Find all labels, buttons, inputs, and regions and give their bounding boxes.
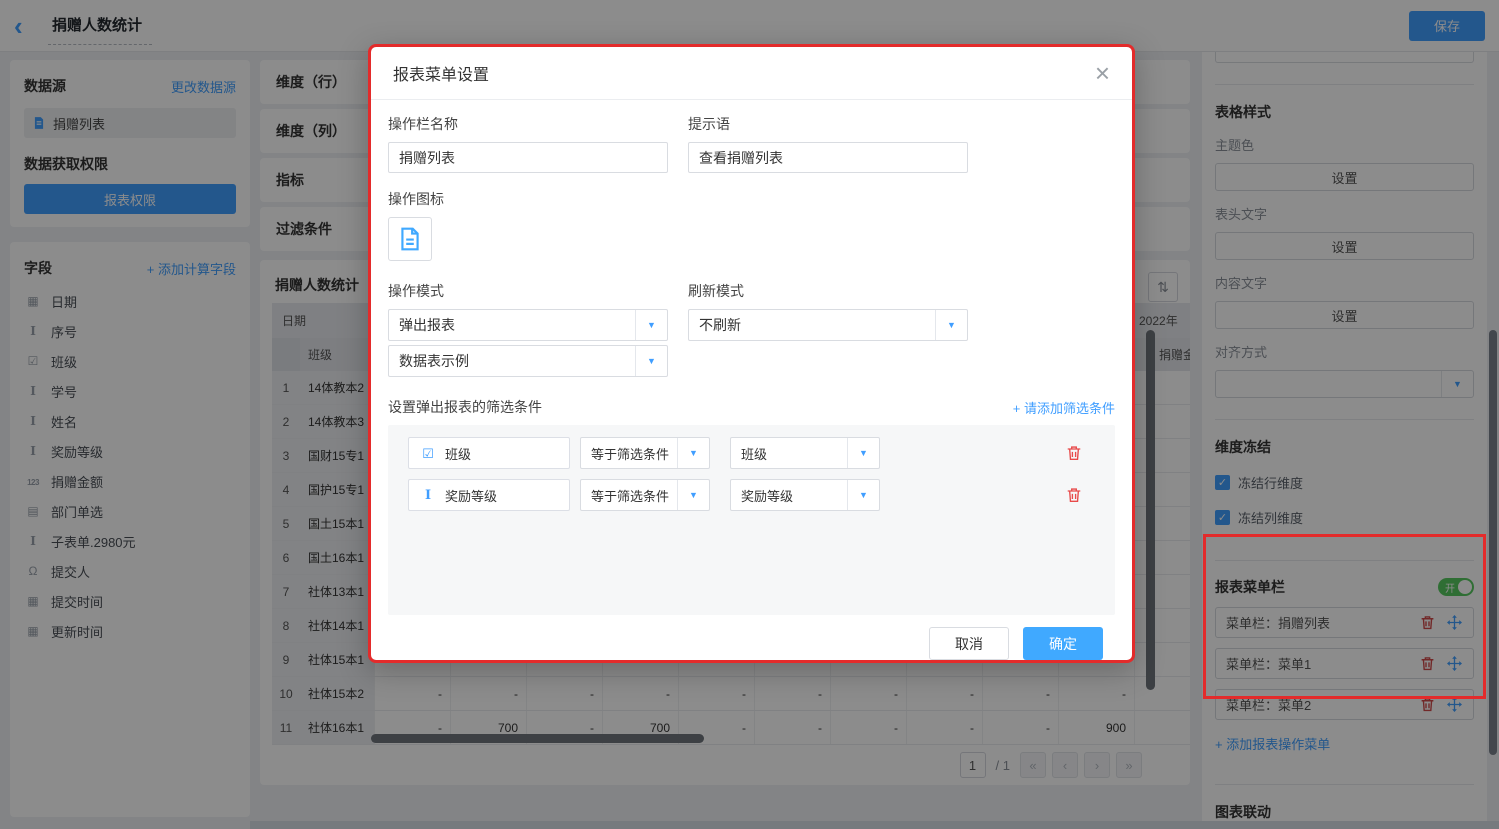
cancel-button[interactable]: 取消	[929, 627, 1009, 660]
tooltip-input[interactable]	[688, 142, 968, 173]
chevron-down-icon: ▼	[677, 438, 709, 468]
target-report-value: 数据表示例	[389, 351, 635, 371]
action-icon-label: 操作图标	[388, 189, 1115, 209]
filter-condition-row: 奖励等级 等于筛选条件 ▼ 奖励等级 ▼	[408, 479, 1103, 511]
filter-condition-row: 班级 等于筛选条件 ▼ 班级 ▼	[408, 437, 1103, 469]
document-icon	[397, 226, 423, 252]
filter-value-select[interactable]: 奖励等级 ▼	[730, 479, 880, 511]
trash-icon[interactable]	[1066, 487, 1082, 503]
refresh-mode-value: 不刷新	[689, 315, 935, 335]
filter-operator-select[interactable]: 等于筛选条件 ▼	[580, 479, 710, 511]
action-name-label: 操作栏名称	[388, 114, 668, 134]
app-root: ‹ 捐赠人数统计 保存 数据源 更改数据源 捐赠列表 数据获取权限 报表权限 字…	[0, 0, 1499, 829]
filter-conditions-panel: 班级 等于筛选条件 ▼ 班级 ▼	[388, 425, 1115, 615]
action-mode-label: 操作模式	[388, 281, 668, 301]
filter-operator-select[interactable]: 等于筛选条件 ▼	[580, 437, 710, 469]
action-name-input[interactable]	[388, 142, 668, 173]
filter-value-value: 奖励等级	[731, 486, 847, 505]
chevron-down-icon: ▼	[677, 480, 709, 510]
report-menu-settings-dialog: 报表菜单设置 × 操作栏名称 提示语 操作图标	[368, 44, 1135, 663]
refresh-mode-select[interactable]: 不刷新 ▼	[688, 309, 968, 341]
filter-field-box[interactable]: 奖励等级	[408, 479, 570, 511]
filter-operator-value: 等于筛选条件	[581, 444, 677, 463]
field-type-icon	[419, 447, 437, 460]
filter-field-label: 奖励等级	[445, 486, 497, 505]
chevron-down-icon: ▼	[847, 480, 879, 510]
refresh-mode-label: 刷新模式	[688, 281, 968, 301]
filter-value-value: 班级	[731, 444, 847, 463]
filter-operator-value: 等于筛选条件	[581, 486, 677, 505]
action-icon-picker[interactable]	[388, 217, 432, 261]
dialog-title: 报表菜单设置	[393, 61, 489, 85]
tooltip-label: 提示语	[688, 114, 968, 134]
trash-icon[interactable]	[1066, 445, 1082, 461]
field-type-icon	[419, 488, 437, 502]
filter-field-box[interactable]: 班级	[408, 437, 570, 469]
target-report-select[interactable]: 数据表示例 ▼	[388, 345, 668, 377]
chevron-down-icon: ▼	[935, 310, 967, 340]
chevron-down-icon: ▼	[847, 438, 879, 468]
action-mode-select[interactable]: 弹出报表 ▼	[388, 309, 668, 341]
chevron-down-icon: ▼	[635, 310, 667, 340]
action-mode-value: 弹出报表	[389, 315, 635, 335]
filter-section-title: 设置弹出报表的筛选条件	[388, 397, 542, 417]
filter-field-label: 班级	[445, 444, 471, 463]
add-filter-link[interactable]: + 请添加筛选条件	[1013, 398, 1115, 417]
confirm-button[interactable]: 确定	[1023, 627, 1103, 660]
chevron-down-icon: ▼	[635, 346, 667, 376]
filter-value-select[interactable]: 班级 ▼	[730, 437, 880, 469]
close-icon[interactable]: ×	[1095, 60, 1110, 86]
